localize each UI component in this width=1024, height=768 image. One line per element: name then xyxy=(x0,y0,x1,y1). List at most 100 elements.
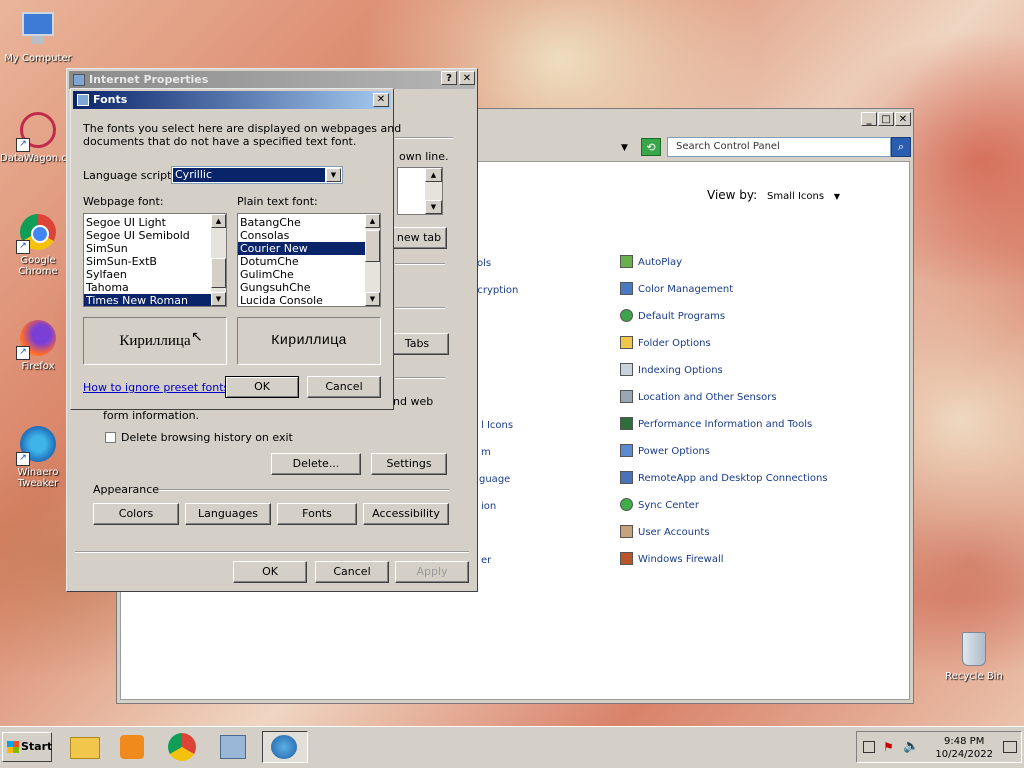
cp-item-fragment[interactable]: l Icons xyxy=(481,420,513,431)
list-item[interactable]: Lucida Console xyxy=(238,294,365,306)
taskbar-explorer[interactable] xyxy=(68,731,102,763)
desktop-icon-google-chrome[interactable]: ↗ Google Chrome xyxy=(0,212,76,277)
chevron-down-icon[interactable]: ▼ xyxy=(326,168,341,182)
scroll-down-button[interactable]: ▼ xyxy=(425,200,442,214)
cp-item-fragment[interactable]: ion xyxy=(481,501,496,512)
close-button[interactable]: ✕ xyxy=(459,71,475,85)
home-page-scrollbar[interactable]: ▲ ▼ xyxy=(425,168,442,214)
use-new-tab-button[interactable]: new tab xyxy=(391,227,447,249)
accessibility-button[interactable]: Accessibility xyxy=(363,503,449,525)
fonts-button[interactable]: Fonts xyxy=(277,503,357,525)
scroll-up-button[interactable]: ▲ xyxy=(425,168,442,182)
cp-item-performance[interactable]: Performance Information and Tools xyxy=(620,417,812,433)
chrome-icon xyxy=(168,733,196,761)
network-icon[interactable] xyxy=(863,741,875,753)
view-by-dropdown[interactable]: Small Icons xyxy=(767,191,824,202)
list-item[interactable]: DotumChe xyxy=(238,255,365,268)
volume-icon[interactable]: 🔈 xyxy=(903,739,919,754)
cp-item-location-sensors[interactable]: Location and Other Sensors xyxy=(620,390,777,406)
cp-item-indexing-options[interactable]: Indexing Options xyxy=(620,363,723,379)
scroll-thumb[interactable] xyxy=(211,258,226,288)
scroll-down-button[interactable]: ▼ xyxy=(211,292,226,306)
internet-properties-titlebar[interactable]: Internet Properties xyxy=(69,71,475,89)
scroll-up-button[interactable]: ▲ xyxy=(365,214,380,228)
cp-item-user-accounts[interactable]: User Accounts xyxy=(620,525,710,541)
plain-text-font-list[interactable]: BatangChe Consolas Courier New DotumChe … xyxy=(237,213,381,307)
cp-item-windows-firewall[interactable]: Windows Firewall xyxy=(620,552,724,568)
desktop-icon-firefox[interactable]: ↗ Firefox xyxy=(0,318,76,372)
refresh-button[interactable]: ⟲ xyxy=(641,138,661,156)
cp-item-fragment[interactable]: er xyxy=(481,555,491,566)
search-button[interactable]: ⌕ xyxy=(891,137,911,157)
taskbar-chrome[interactable] xyxy=(166,731,200,763)
form-information-text: form information. xyxy=(103,409,200,422)
desktop-icon-recycle-bin[interactable]: Recycle Bin xyxy=(936,628,1012,682)
cp-item-default-programs[interactable]: Default Programs xyxy=(620,309,725,325)
list-item[interactable]: Tahoma xyxy=(84,281,211,294)
cp-item-folder-options[interactable]: Folder Options xyxy=(620,336,711,352)
show-desktop-icon[interactable] xyxy=(1003,741,1017,753)
plain-text-font-scrollbar[interactable]: ▲ ▼ xyxy=(365,214,380,306)
address-dropdown-arrow-icon[interactable]: ▼ xyxy=(621,143,628,153)
delete-button[interactable]: Delete... xyxy=(271,453,361,475)
clock[interactable]: 9:48 PM 10/24/2022 xyxy=(935,735,993,761)
ignore-preset-fonts-link[interactable]: How to ignore preset fonts xyxy=(83,381,229,394)
minimize-button[interactable]: _ xyxy=(861,112,877,126)
close-button[interactable]: ✕ xyxy=(373,93,389,107)
cp-item-fragment[interactable]: ncryption xyxy=(471,285,518,296)
list-item[interactable]: SimSun-ExtB xyxy=(84,255,211,268)
search-input[interactable]: Search Control Panel xyxy=(667,137,891,157)
scroll-up-button[interactable]: ▲ xyxy=(211,214,226,228)
colors-button[interactable]: Colors xyxy=(93,503,179,525)
shortcut-arrow-icon: ↗ xyxy=(16,240,30,254)
maximize-button[interactable]: □ xyxy=(878,112,894,126)
chevron-down-icon[interactable]: ▼ xyxy=(834,192,840,201)
help-button[interactable]: ? xyxy=(441,71,457,85)
desktop-icon-my-computer[interactable]: My Computer xyxy=(0,10,76,64)
list-item[interactable]: GungsuhChe xyxy=(238,281,365,294)
cp-item-sync-center[interactable]: Sync Center xyxy=(620,498,699,514)
cp-item-fragment[interactable]: m xyxy=(481,447,491,458)
list-item[interactable]: Sylfaen xyxy=(84,268,211,281)
list-item[interactable]: SimSun xyxy=(84,242,211,255)
cp-item-fragment[interactable]: ols xyxy=(477,258,491,269)
list-item-selected[interactable]: Courier New xyxy=(238,242,365,255)
cp-item-fragment[interactable]: guage xyxy=(479,474,510,485)
settings-button[interactable]: Settings xyxy=(371,453,447,475)
scroll-thumb[interactable] xyxy=(365,230,380,262)
languages-button[interactable]: Languages xyxy=(185,503,271,525)
delete-history-checkbox[interactable] xyxy=(105,432,116,443)
language-script-select[interactable]: Cyrillic ▼ xyxy=(171,166,343,184)
apply-button[interactable]: Apply xyxy=(395,561,469,583)
list-item[interactable]: Segoe UI Semibold xyxy=(84,229,211,242)
fonts-cancel-button[interactable]: Cancel xyxy=(307,376,381,398)
cp-item-autoplay[interactable]: AutoPlay xyxy=(620,255,682,271)
fonts-ok-button[interactable]: OK xyxy=(225,376,299,398)
fonts-titlebar[interactable]: Fonts xyxy=(73,91,391,109)
action-center-flag-icon[interactable]: ⚑ xyxy=(883,740,894,754)
cp-item-remoteapp[interactable]: RemoteApp and Desktop Connections xyxy=(620,471,828,487)
list-item-selected[interactable]: Times New Roman xyxy=(84,294,211,306)
webpage-font-list[interactable]: Segoe UI Light Segoe UI Semibold SimSun … xyxy=(83,213,227,307)
scroll-down-button[interactable]: ▼ xyxy=(365,292,380,306)
internet-options-icon xyxy=(73,74,85,86)
close-button[interactable]: ✕ xyxy=(895,112,911,126)
fonts-dialog[interactable]: Fonts ✕ The fonts you select here are di… xyxy=(70,88,401,410)
desktop-icon-winaero-tweaker[interactable]: ↗ Winaero Tweaker xyxy=(0,424,76,489)
list-item[interactable]: Consolas xyxy=(238,229,365,242)
webpage-font-scrollbar[interactable]: ▲ ▼ xyxy=(211,214,226,306)
ok-button[interactable]: OK xyxy=(233,561,307,583)
tabs-button[interactable]: Tabs xyxy=(385,333,449,355)
taskbar-internet-options[interactable] xyxy=(262,731,308,763)
taskbar-media-player[interactable] xyxy=(116,731,150,763)
list-item[interactable]: GulimChe xyxy=(238,268,365,281)
cancel-button[interactable]: Cancel xyxy=(315,561,389,583)
divider xyxy=(395,377,445,379)
list-item[interactable]: BatangChe xyxy=(238,216,365,229)
start-button[interactable]: Start xyxy=(2,732,52,762)
desktop-icon-datawagon[interactable]: ↗ DataWagon.com xyxy=(0,110,83,164)
cp-item-color-management[interactable]: Color Management xyxy=(620,282,733,298)
cp-item-power-options[interactable]: Power Options xyxy=(620,444,710,460)
list-item[interactable]: Segoe UI Light xyxy=(84,216,211,229)
taskbar-control-panel[interactable] xyxy=(216,731,250,763)
